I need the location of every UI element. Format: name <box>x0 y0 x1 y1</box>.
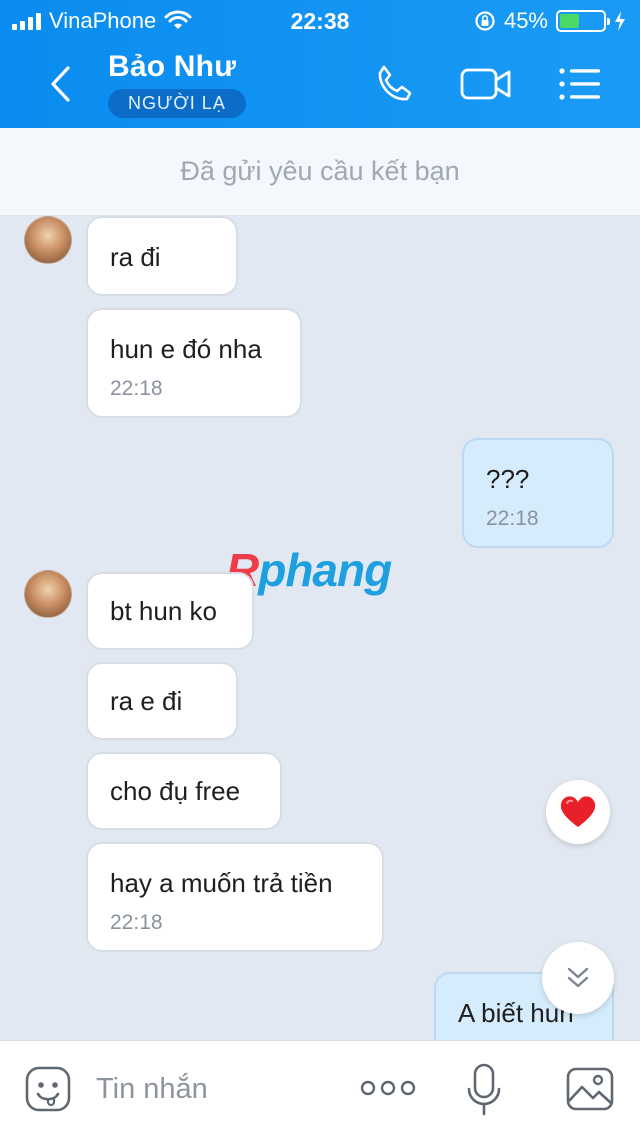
status-bar: VinaPhone 22:38 45% <box>0 0 640 42</box>
more-options-button[interactable] <box>360 1077 416 1099</box>
contact-name: Bảo Như <box>108 50 237 83</box>
image-picker-button[interactable] <box>566 1067 614 1111</box>
message-text: ra đi <box>110 242 161 272</box>
message-bubble[interactable]: hay a muốn trả tiền 22:18 <box>86 842 384 952</box>
message-list[interactable]: ra đi hun e đó nha 22:18 ??? 22:18 Rphan… <box>0 216 640 1040</box>
status-right: 45% <box>474 8 626 34</box>
message-text: hun e đó nha <box>110 334 262 364</box>
heart-reaction-icon <box>560 796 596 827</box>
friend-request-text: Đã gửi yêu cầu kết bạn <box>180 156 460 186</box>
scroll-down-button[interactable] <box>542 942 614 1014</box>
battery-percent: 45% <box>503 8 548 33</box>
friend-request-bar: Đã gửi yêu cầu kết bạn <box>0 128 640 216</box>
message-text: hay a muốn trả tiền <box>110 868 333 898</box>
sticker-face-icon <box>25 1066 71 1112</box>
battery-icon <box>556 10 610 32</box>
phone-icon <box>378 65 412 101</box>
voice-record-button[interactable] <box>466 1063 502 1117</box>
battery-fill <box>560 14 579 28</box>
scroll-down-icon <box>567 967 589 988</box>
sticker-button[interactable] <box>24 1065 72 1113</box>
message-input-bar <box>0 1040 640 1136</box>
message-input[interactable] <box>96 1069 336 1109</box>
contact-title[interactable]: Bảo Như NGƯỜI LẠ <box>108 50 246 118</box>
heart-reaction-button[interactable] <box>546 780 610 844</box>
stranger-badge: NGƯỜI LẠ <box>108 89 246 118</box>
my-message-bubble[interactable]: ??? 22:18 <box>462 438 614 548</box>
message-time: 22:18 <box>110 911 163 934</box>
back-button[interactable] <box>40 62 80 106</box>
message-text: ??? <box>486 464 530 494</box>
message-time: 22:18 <box>486 507 539 530</box>
microphone-icon <box>467 1063 501 1116</box>
nav-bar: Bảo Như NGƯỜI LẠ <box>0 42 640 128</box>
message-text: bt hun ko <box>110 596 217 626</box>
message-bubble[interactable]: bt hun ko <box>86 572 254 650</box>
video-camera-icon <box>460 68 511 100</box>
menu-list-icon <box>559 68 600 100</box>
contact-avatar[interactable] <box>24 570 72 618</box>
video-call-button[interactable] <box>460 62 512 106</box>
menu-button[interactable] <box>554 62 606 106</box>
contact-avatar[interactable] <box>24 216 72 264</box>
rotation-lock-icon <box>475 11 495 31</box>
message-text: ra e đi <box>110 686 183 716</box>
charging-bolt-icon <box>615 11 625 31</box>
back-chevron-icon <box>51 66 70 102</box>
message-bubble[interactable]: cho đụ free <box>86 752 282 830</box>
header: VinaPhone 22:38 45% Bảo Như NGƯỜI LẠ <box>0 0 640 128</box>
message-bubble[interactable]: ra e đi <box>86 662 238 740</box>
message-time: 22:18 <box>110 377 163 400</box>
more-dots-icon <box>360 1080 416 1096</box>
message-text: cho đụ free <box>110 776 241 806</box>
image-gallery-icon <box>566 1067 614 1111</box>
message-bubble[interactable]: ra đi <box>86 216 238 296</box>
message-bubble[interactable]: hun e đó nha 22:18 <box>86 308 302 418</box>
voice-call-button[interactable] <box>368 62 420 106</box>
